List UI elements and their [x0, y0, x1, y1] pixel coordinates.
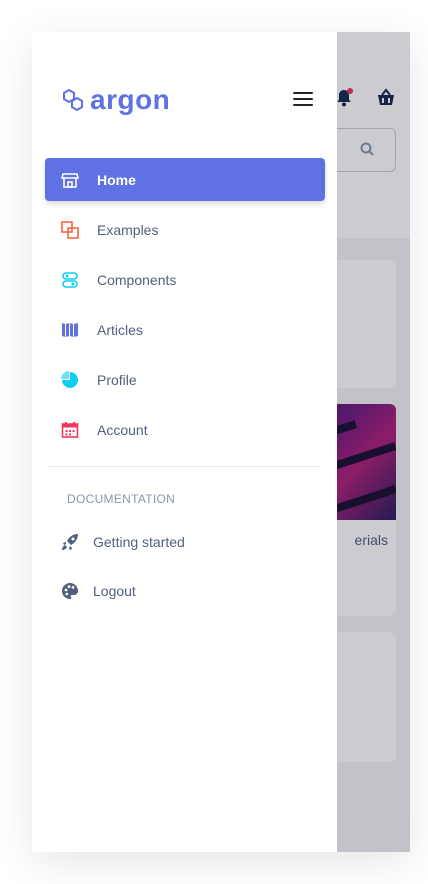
- sidebar-item-examples[interactable]: Examples: [45, 208, 325, 251]
- sidebar-nav: Home Examples Components Articles Profil…: [45, 158, 325, 458]
- calendar-icon: [61, 421, 79, 439]
- sidebar-item-label: Components: [97, 271, 177, 288]
- palette-icon: [61, 582, 79, 600]
- sidebar-item-label: Logout: [93, 583, 136, 599]
- sidebar-item-home[interactable]: Home: [45, 158, 325, 201]
- sidebar-divider: [48, 466, 320, 467]
- ungroup-icon: [61, 220, 79, 239]
- sidebar-item-profile[interactable]: Profile: [45, 358, 325, 401]
- sidebar-item-label: Getting started: [93, 534, 185, 550]
- spaceship-icon: [61, 321, 79, 339]
- components-icon: [61, 271, 79, 289]
- brand-logo[interactable]: argon: [62, 86, 170, 114]
- menu-toggle-button[interactable]: [293, 92, 313, 108]
- shop-icon: [61, 171, 79, 189]
- rocket-icon: [61, 533, 79, 551]
- sidebar-item-label: Home: [97, 171, 136, 188]
- documentation-heading: DOCUMENTATION: [67, 492, 176, 506]
- sidebar-item-label: Articles: [97, 321, 143, 338]
- sidebar-item-label: Account: [97, 421, 148, 438]
- sidebar-item-components[interactable]: Components: [45, 258, 325, 301]
- argon-logo-icon: [63, 88, 83, 112]
- sidebar-item-getting-started[interactable]: Getting started: [61, 527, 185, 557]
- sidebar-drawer: argon Home Examples Components Articles …: [32, 32, 337, 852]
- sidebar-item-label: Profile: [97, 371, 137, 388]
- sidebar-item-articles[interactable]: Articles: [45, 308, 325, 351]
- chart-pie-icon: [61, 370, 79, 389]
- sidebar-item-account[interactable]: Account: [45, 408, 325, 451]
- sidebar-item-label: Examples: [97, 221, 159, 238]
- brand-name: argon: [90, 84, 171, 115]
- app-screen: erials argon Home Examples Components Ar…: [32, 32, 410, 852]
- sidebar-item-logout[interactable]: Logout: [61, 576, 136, 606]
